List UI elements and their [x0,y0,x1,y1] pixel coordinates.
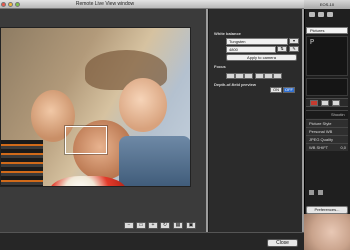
picture-style-label: Picture Style [309,121,332,126]
camera-remote-icon[interactable] [327,12,334,17]
photo-shirt [119,136,190,186]
wb-shift-label: WB SHIFT [309,145,329,150]
camera-body-icon[interactable] [309,12,315,17]
focus-near-3-button[interactable] [226,73,235,79]
camera-icons-row [306,10,348,19]
zoom-in-icon[interactable]: + [148,222,158,229]
focus-far-1-button[interactable] [255,73,264,79]
personal-wb-row[interactable]: Personal WB [306,127,348,135]
focus-frame[interactable] [65,126,107,154]
white-balance-title: White balance [214,31,241,36]
shooting-tab-icon[interactable] [310,100,318,106]
camera-exposure-display [306,78,348,96]
white-balance-select[interactable]: Tungsten [226,38,288,45]
close-button[interactable]: Close [267,239,298,247]
window-title: Remote Live View window [75,1,135,7]
dof-off-button[interactable]: OFF [283,87,295,93]
dof-on-button[interactable]: ON [270,87,282,93]
camera-window-title: EOS-10 [304,0,350,9]
kelvin-field[interactable]: 4800 [226,46,276,53]
dof-preview-title: Depth-of-field preview [214,82,257,87]
camera-small-icons [306,188,348,196]
wb-shift-row[interactable]: WB SHIFT 0,0 [306,143,348,151]
pictures-box[interactable]: Pictures [306,27,348,34]
rotate-icon[interactable]: ↻ [160,222,170,229]
camera-lcd-display: P [306,36,348,76]
photo-face-right [119,78,167,132]
focus-title: Focus [214,64,226,69]
preferences-button[interactable]: Preferences... [306,206,348,214]
apply-to-camera-button[interactable]: Apply to camera [226,54,297,61]
jpeg-quality-row[interactable]: JPEG Quality [306,135,348,143]
live-view-image[interactable] [0,27,191,187]
focus-far-2-button[interactable] [264,73,273,79]
picture-style-row[interactable]: Picture Style [306,119,348,127]
zoom-out-icon[interactable]: − [124,222,134,229]
wb-shift-value: 0,0 [340,145,346,150]
grid-icon[interactable]: ▦ [173,222,183,229]
jpeg-quality-label: JPEG Quality [309,137,334,142]
remote-shooting-icon[interactable] [309,190,314,195]
shooting-mode-value: P [310,39,315,47]
eyedropper-icon[interactable]: ✎ [289,46,299,52]
chevron-down-icon[interactable]: ▾ [289,38,299,44]
playback-tab-icon[interactable] [321,100,329,106]
focus-far-3-button[interactable] [273,73,282,79]
setup-tab-icon[interactable] [332,100,340,106]
personal-wb-label: Personal WB [309,129,333,134]
timer-icon[interactable] [318,190,324,195]
shooting-menu-title: Shootin [306,110,348,118]
focus-near-2-button[interactable] [235,73,244,79]
focus-near-1-button[interactable] [244,73,253,79]
camera-settings-icon[interactable] [318,12,325,17]
kelvin-stepper-icon[interactable]: ⇅ [277,46,287,52]
pictures-label: Pictures [310,28,325,33]
photo-toy-rack [1,140,43,186]
desktop-background-image [304,214,350,250]
capture-icon[interactable]: ▣ [186,222,196,229]
zoom-fit-icon[interactable]: ▭ [136,222,146,229]
